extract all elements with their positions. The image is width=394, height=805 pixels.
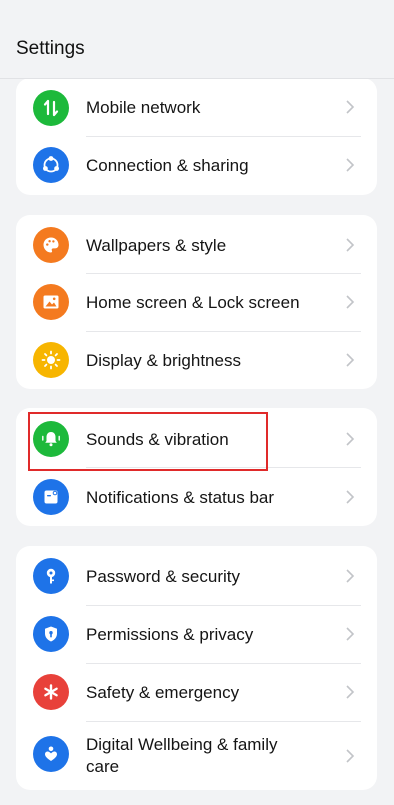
bell-vibrate-icon <box>33 421 69 457</box>
chevron-right-icon <box>346 490 355 504</box>
chevron-right-icon <box>346 158 355 172</box>
chevron-right-icon <box>346 295 355 309</box>
settings-group-appearance: Wallpapers & style Home screen & Lock sc… <box>16 215 377 389</box>
settings-item-label: Connection & sharing <box>86 156 249 175</box>
settings-group-sounds-notifications: Sounds & vibration Notifications & statu… <box>16 408 377 526</box>
settings-item-label: Wallpapers & style <box>86 236 227 255</box>
chevron-right-icon <box>346 432 355 446</box>
settings-item-label: Notifications & status bar <box>86 488 275 507</box>
settings-item-label: Digital Wellbeing & family care <box>86 735 278 776</box>
sun-icon <box>33 342 69 378</box>
key-icon <box>33 558 69 594</box>
notification-icon <box>33 479 69 515</box>
chevron-right-icon <box>346 749 355 763</box>
settings-item-label: Mobile network <box>86 98 201 117</box>
app-header: Settings <box>0 0 394 79</box>
settings-item-mobile-network[interactable]: Mobile network <box>16 78 377 136</box>
chevron-right-icon <box>346 238 355 252</box>
page-title: Settings <box>16 38 85 59</box>
settings-item-label: Home screen & Lock screen <box>86 293 300 312</box>
settings-item-label: Display & brightness <box>86 351 241 370</box>
settings-item-connection-sharing[interactable]: Connection & sharing <box>16 137 377 195</box>
heart-person-icon <box>33 736 69 772</box>
settings-item-label: Safety & emergency <box>86 683 240 702</box>
chevron-right-icon <box>346 100 355 114</box>
palette-icon <box>33 227 69 263</box>
settings-item-home-lock-screen[interactable]: Home screen & Lock screen <box>16 274 377 331</box>
settings-item-notifications-status-bar[interactable]: Notifications & status bar <box>16 468 377 526</box>
settings-item-display-brightness[interactable]: Display & brightness <box>16 332 377 389</box>
settings-item-label: Permissions & privacy <box>86 625 254 644</box>
settings-item-permissions-privacy[interactable]: Permissions & privacy <box>16 606 377 663</box>
settings-item-label: Password & security <box>86 567 240 586</box>
asterisk-icon <box>33 674 69 710</box>
mobile-data-icon <box>33 90 69 126</box>
chevron-right-icon <box>346 569 355 583</box>
settings-item-password-security[interactable]: Password & security <box>16 546 377 605</box>
settings-item-digital-wellbeing[interactable]: Digital Wellbeing & family care <box>16 722 377 790</box>
share-icon <box>33 147 69 183</box>
shield-icon <box>33 616 69 652</box>
image-icon <box>33 284 69 320</box>
settings-item-label: Sounds & vibration <box>86 430 229 449</box>
settings-item-wallpapers-style[interactable]: Wallpapers & style <box>16 215 377 273</box>
chevron-right-icon <box>346 627 355 641</box>
settings-group-security: Password & security Permissions & privac… <box>16 546 377 790</box>
settings-item-safety-emergency[interactable]: Safety & emergency <box>16 664 377 721</box>
chevron-right-icon <box>346 353 355 367</box>
chevron-right-icon <box>346 685 355 699</box>
settings-item-sounds-vibration[interactable]: Sounds & vibration <box>16 408 377 467</box>
settings-group-network: Mobile network Connection & sharing <box>16 78 377 195</box>
